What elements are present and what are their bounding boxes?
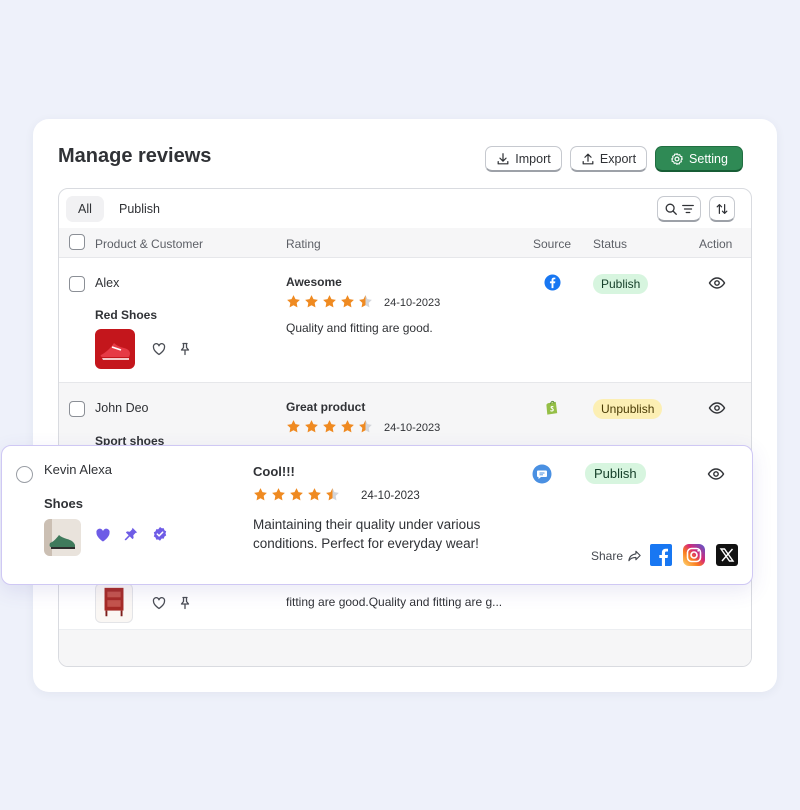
select-all-checkbox[interactable] <box>69 234 85 250</box>
export-label: Export <box>599 151 637 166</box>
table-row: Alex Red Shoes Awesome 24-10-2023 Qualit… <box>59 258 751 383</box>
import-label: Import <box>515 151 551 166</box>
pin-filled-icon[interactable] <box>123 526 139 542</box>
star-icon <box>308 488 321 501</box>
star-icon <box>341 295 354 308</box>
search-icon <box>665 203 677 215</box>
star-icon <box>341 420 354 433</box>
setting-label: Setting <box>689 151 728 166</box>
table-header: Product & Customer Rating Source Status … <box>59 228 751 258</box>
red-shoe-image <box>95 329 135 369</box>
status-badge: Unpublish <box>593 399 663 419</box>
customer-name: John Deo <box>95 401 149 415</box>
review-text: Quality and fitting are good. <box>286 321 433 335</box>
review-title: Cool!!! <box>253 464 295 479</box>
instagram-share-icon[interactable] <box>683 544 705 566</box>
customer-name: Alex <box>95 276 120 290</box>
sort-button[interactable] <box>709 196 735 222</box>
review-text: fitting are good.Quality and fitting are… <box>286 595 503 609</box>
setting-button[interactable]: Setting <box>655 146 743 172</box>
star-icon <box>272 488 285 501</box>
facebook-share-icon[interactable] <box>650 544 672 566</box>
star-icon <box>326 488 339 501</box>
product-name: Shoes <box>44 496 84 511</box>
heart-icon[interactable] <box>151 595 167 611</box>
eye-icon[interactable] <box>708 399 726 417</box>
star-icon <box>323 295 336 308</box>
pin-icon[interactable] <box>177 595 193 611</box>
star-icon <box>305 295 318 308</box>
import-button[interactable]: Import <box>485 146 562 172</box>
row-checkbox[interactable] <box>16 466 33 483</box>
shopify-icon <box>546 400 558 415</box>
verified-badge-icon <box>153 527 167 541</box>
product-thumbnail <box>95 583 133 623</box>
gear-icon <box>671 152 683 165</box>
col-product-customer: Product & Customer <box>95 237 204 251</box>
share-label: Share <box>591 549 624 563</box>
product-thumbnail <box>44 519 81 556</box>
sort-icon <box>716 203 728 214</box>
heart-filled-icon[interactable] <box>94 526 112 544</box>
review-title: Awesome <box>286 275 342 289</box>
row-checkbox[interactable] <box>69 401 85 417</box>
chat-icon <box>532 464 552 484</box>
eye-icon[interactable] <box>708 274 726 292</box>
star-icon <box>287 295 300 308</box>
tab-all[interactable]: All <box>66 196 104 222</box>
review-date: 24-10-2023 <box>384 422 441 434</box>
eye-icon[interactable] <box>707 465 725 483</box>
col-source: Source <box>533 237 572 251</box>
reviews-card: Manage reviews Import Export Setting All… <box>33 119 777 692</box>
star-icon <box>323 420 336 433</box>
upload-icon <box>582 153 594 164</box>
star-icon <box>254 488 267 501</box>
row-checkbox[interactable] <box>69 276 85 292</box>
review-text: Maintaining their quality under various … <box>253 517 481 551</box>
share-arrow-icon[interactable] <box>627 548 642 563</box>
heart-icon[interactable] <box>151 341 167 357</box>
star-rating <box>286 294 373 309</box>
download-icon <box>497 152 509 164</box>
status-badge: Publish <box>585 463 646 484</box>
filter-icon <box>681 204 694 213</box>
x-share-icon[interactable] <box>716 544 738 566</box>
star-rating <box>253 487 340 502</box>
table-footer <box>59 629 751 666</box>
status-badge: Publish <box>593 274 649 294</box>
facebook-icon <box>544 274 561 291</box>
star-icon <box>287 420 300 433</box>
cabinet-image <box>104 587 124 617</box>
star-icon <box>359 420 372 433</box>
green-shoe-image <box>44 519 81 556</box>
export-button[interactable]: Export <box>570 146 647 172</box>
product-thumbnail <box>95 329 135 369</box>
pin-icon[interactable] <box>177 341 193 357</box>
col-action: Action <box>699 237 733 251</box>
customer-name: Kevin Alexa <box>44 462 112 477</box>
col-rating: Rating <box>286 237 321 251</box>
search-filter-button[interactable] <box>657 196 701 222</box>
col-status: Status <box>593 237 628 251</box>
star-icon <box>359 295 372 308</box>
review-title: Great product <box>286 400 366 414</box>
product-name: Red Shoes <box>95 308 158 322</box>
star-rating <box>286 419 373 434</box>
star-icon <box>305 420 318 433</box>
review-date: 24-10-2023 <box>361 490 420 502</box>
page-title: Manage reviews <box>58 145 212 167</box>
tab-publish[interactable]: Publish <box>107 196 172 222</box>
reviews-table: All Publish Product & Customer Rating So… <box>58 188 752 667</box>
star-icon <box>290 488 303 501</box>
featured-review-card: Kevin Alexa Shoes Cool!!! 24-10-2023 Mai… <box>1 445 753 585</box>
review-date: 24-10-2023 <box>384 297 441 309</box>
